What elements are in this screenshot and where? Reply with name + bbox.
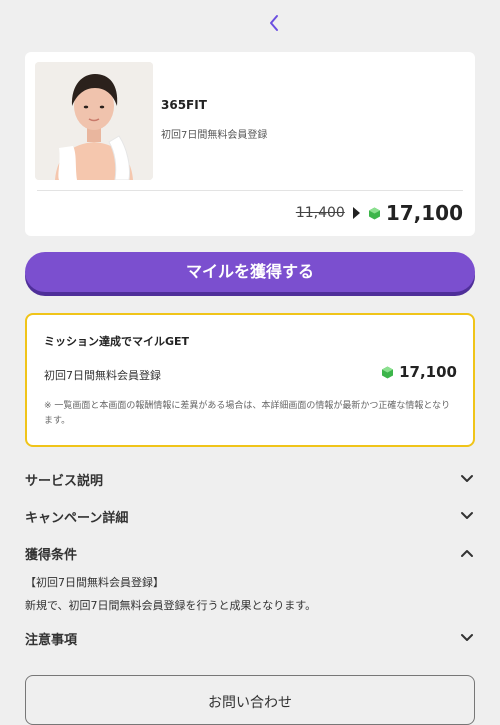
mission-note: ※ 一覧画面と本画面の報酬情報に差異がある場合は、本詳細画面の情報が最新かつ正確… [44,401,451,426]
mission-item-label: 初回7日間無料会員登録 [44,369,161,382]
conditions-line-1: 【初回7日間無料会員登録】 [25,576,164,589]
mission-price-value: 17,100 [399,363,457,381]
green-gem-icon [368,207,380,219]
accordion-campaign[interactable]: キャンペーン詳細 [25,503,475,529]
accordion-conditions-label: 獲得条件 [25,547,78,563]
mission-price: 17,100 [381,363,457,381]
mission-heading: ミッション達成でマイルGET [44,335,190,348]
accordion-notes[interactable]: 注意事項 [25,625,475,651]
offer-card[interactable]: 365FIT 初回7日間無料会員登録 11,400 17,100 [25,52,475,236]
back-button[interactable] [262,10,286,36]
chevron-up-icon [459,545,475,561]
offer-subtitle: 初回7日間無料会員登録 [161,130,268,141]
accordion-service-label: サービス説明 [25,473,104,489]
chevron-down-icon [459,471,475,487]
accordion-service[interactable]: サービス説明 [25,466,475,492]
green-gem-icon [382,366,394,378]
chevron-left-icon [270,15,278,31]
price-row: 11,400 17,100 [296,198,463,228]
conditions-line-2: 新規で、初回7日間無料会員登録を行うと成果となります。 [25,599,317,612]
contact-button[interactable]: お問い合わせ [25,675,475,725]
old-price: 11,400 [295,205,345,221]
accordion-conditions[interactable]: 獲得条件 [25,540,475,566]
accordion-notes-label: 注意事項 [25,632,78,648]
accordion-campaign-label: キャンペーン詳細 [25,510,129,526]
new-price: 17,100 [385,201,463,225]
card-divider [37,190,463,191]
offer-title: 365FIT [161,98,207,112]
chevron-down-icon [459,508,475,524]
earn-miles-button[interactable]: マイルを獲得する [25,252,475,292]
mission-box: ミッション達成でマイルGET 初回7日間無料会員登録 17,100 ※ 一覧画面… [25,313,475,447]
arrow-right-icon [352,207,360,219]
chevron-down-icon [459,630,475,646]
offer-thumbnail [35,62,153,180]
